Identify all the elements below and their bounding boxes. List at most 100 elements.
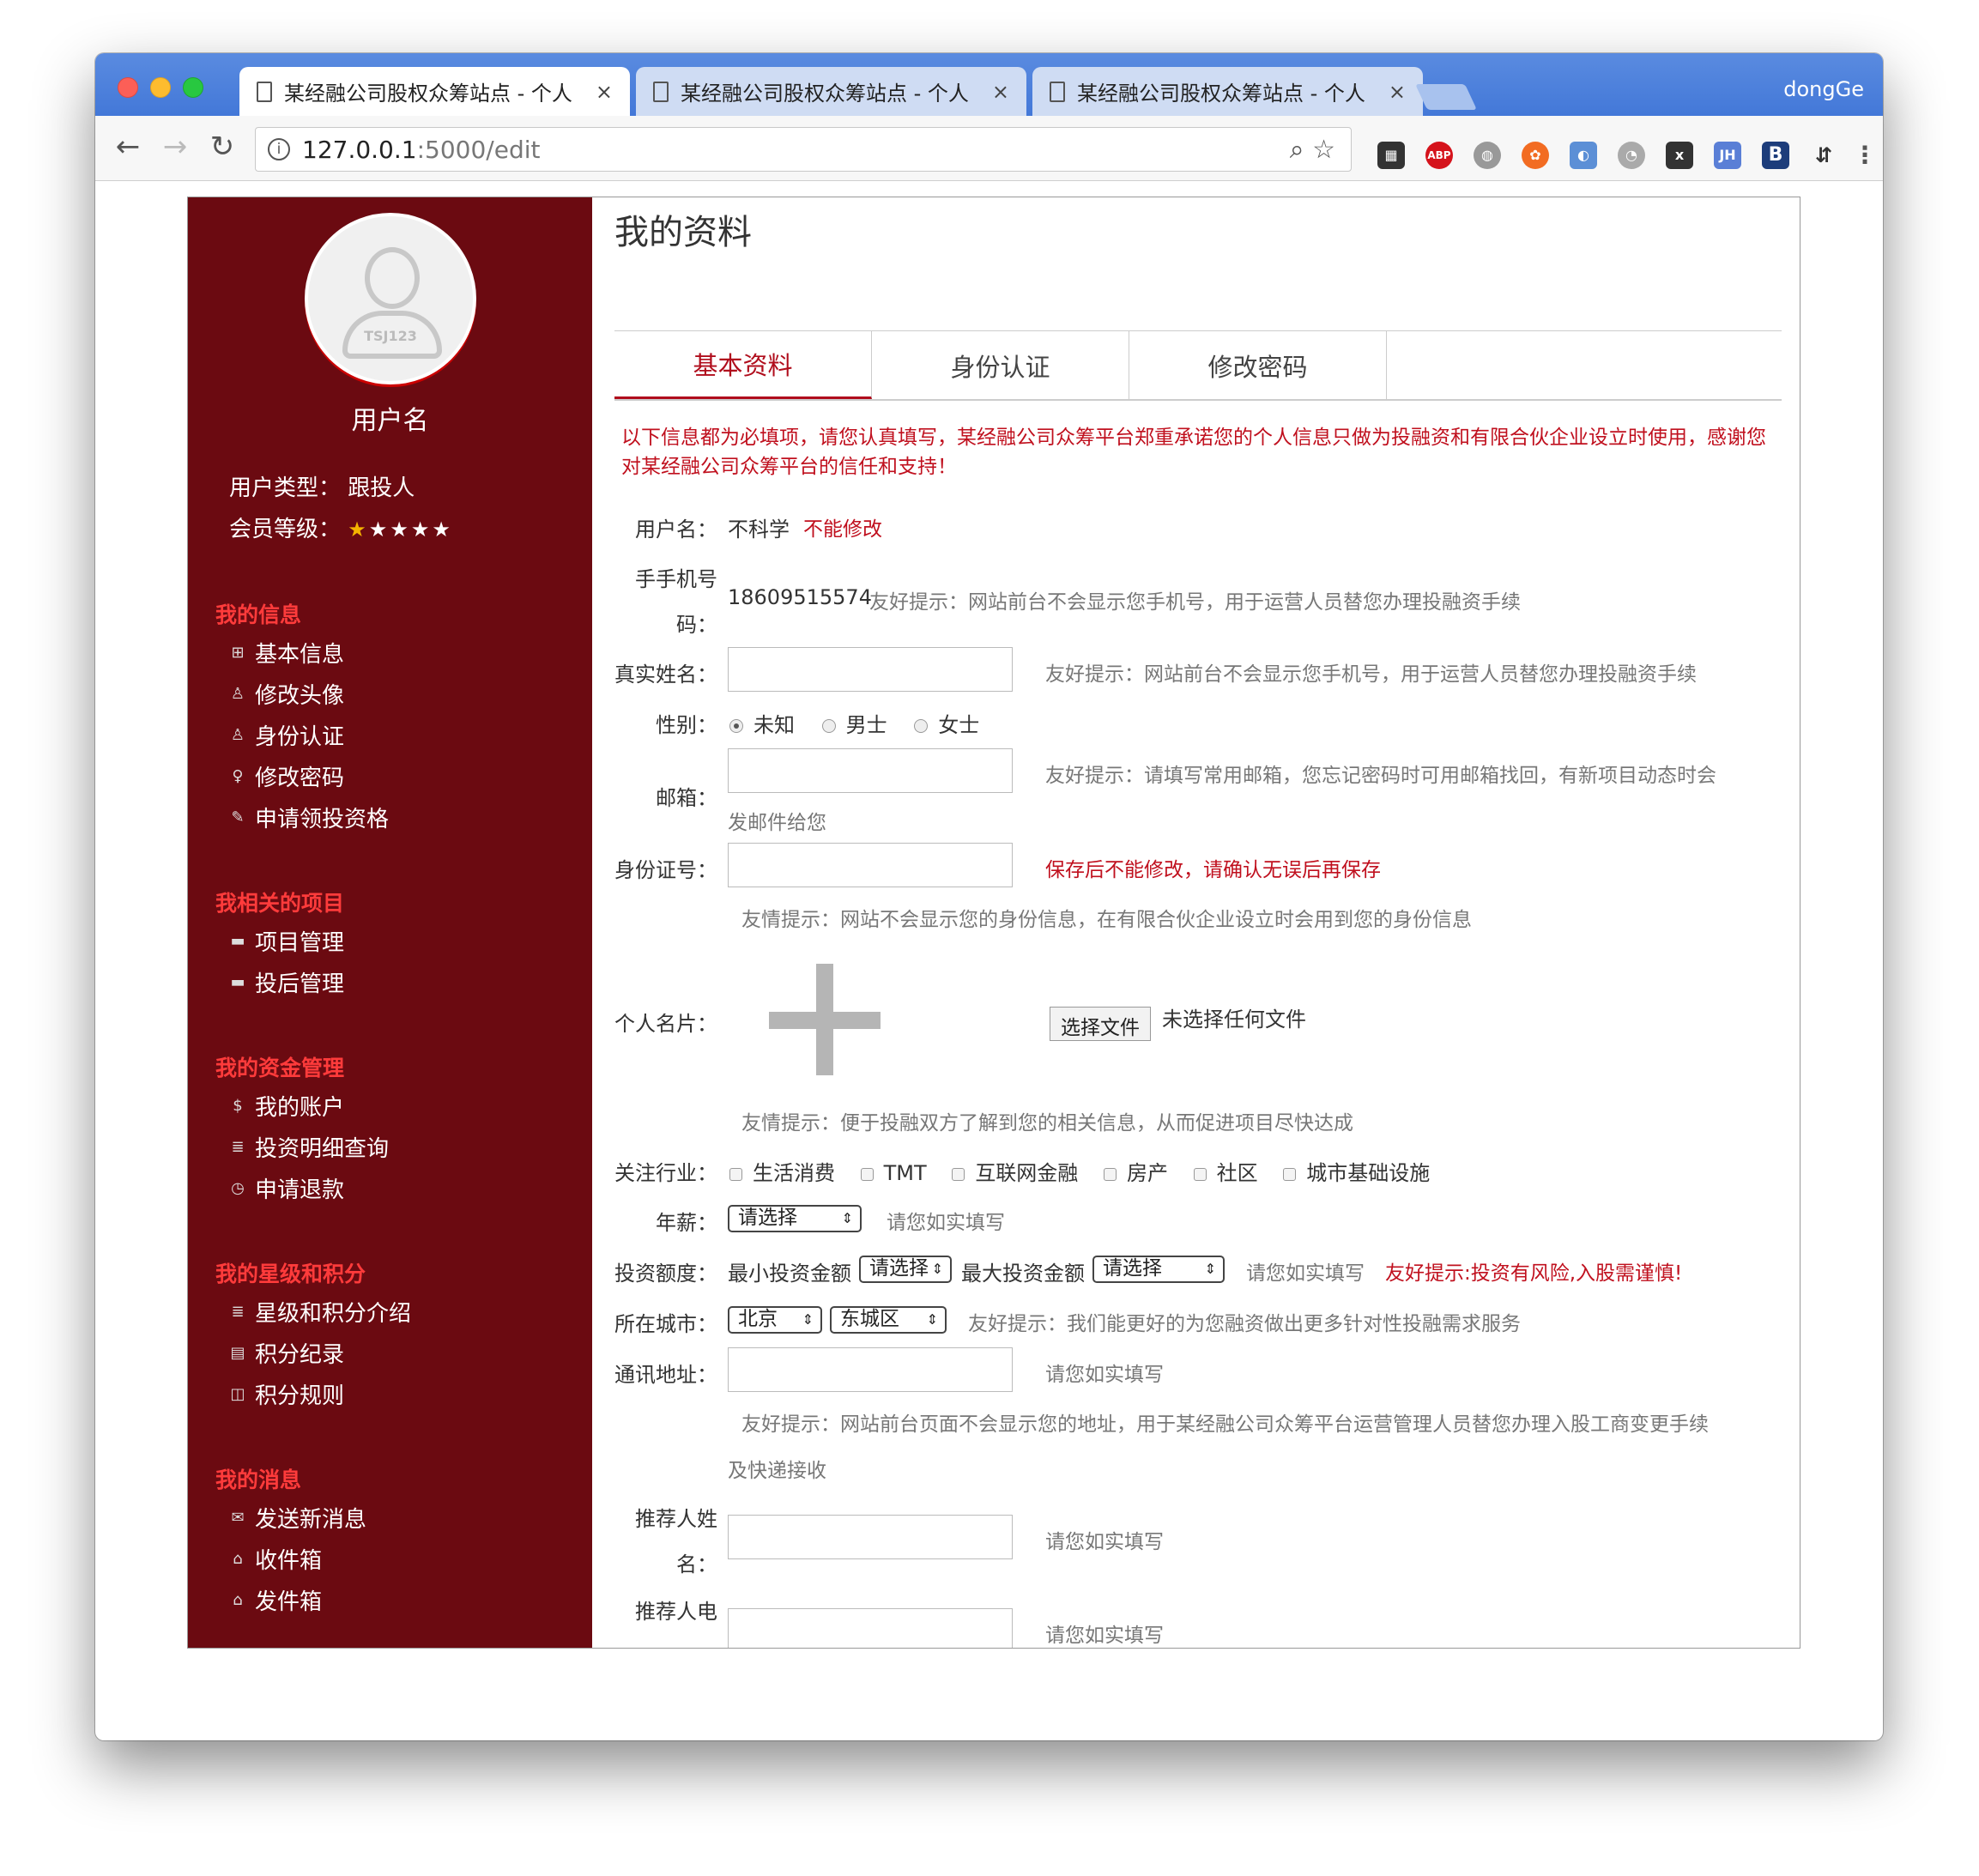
sidebar-item-send-message[interactable]: ✉ 发送新消息 xyxy=(229,1502,366,1534)
star-icon: ★ xyxy=(432,517,453,542)
close-tab-icon[interactable]: × xyxy=(596,80,613,104)
district-select[interactable]: 东城区 ⇕ xyxy=(830,1306,947,1334)
sidebar-item-points-rules[interactable]: ◫ 积分规则 xyxy=(229,1378,344,1410)
industry-option: 生活消费 xyxy=(753,1161,835,1185)
adblock-extension-icon[interactable]: ABP xyxy=(1425,142,1453,169)
sidebar-item-investment-details[interactable]: ≣ 投资明细查询 xyxy=(229,1131,389,1163)
close-tab-icon[interactable]: × xyxy=(1389,80,1406,104)
back-arrow-icon[interactable]: ← xyxy=(111,130,145,164)
qr-extension-icon[interactable]: ▦ xyxy=(1377,142,1405,169)
sidebar-item-inbox[interactable]: ⌂ 收件箱 xyxy=(229,1543,322,1575)
profile-tabs: 基本资料 身份认证 修改密码 xyxy=(614,330,1782,401)
profile-name[interactable]: dongGe xyxy=(1783,77,1864,101)
sidebar-item-refund[interactable]: ◷ 申请退款 xyxy=(229,1172,344,1204)
x-extension-icon[interactable]: x xyxy=(1666,142,1693,169)
industry-checkbox[interactable] xyxy=(860,1167,874,1181)
card-hint: 友情提示：便于投融双方了解到您的相关信息，从而促进项目尽快达成 xyxy=(741,1112,1353,1135)
sidebar-item-post-investment[interactable]: ▬ 投后管理 xyxy=(229,966,344,998)
industry-checkbox[interactable] xyxy=(1103,1167,1117,1181)
globe-extension-icon[interactable]: ◍ xyxy=(1474,142,1501,169)
tab-password[interactable]: 修改密码 xyxy=(1129,331,1387,399)
industry-checkbox[interactable] xyxy=(1193,1167,1207,1181)
record-icon: ▤ xyxy=(230,1343,245,1362)
gender-unknown-radio[interactable] xyxy=(729,719,743,733)
browser-tab-2[interactable]: 某经融公司股权众筹站点 - 个人 × xyxy=(636,67,1026,116)
browser-tab-1[interactable]: 某经融公司股权众筹站点 - 个人 × xyxy=(239,67,630,116)
address-input[interactable] xyxy=(728,1347,1013,1392)
sidebar-item-star-intro[interactable]: ≣ 星级和积分介绍 xyxy=(229,1296,411,1328)
invest-label: 投资额度： xyxy=(614,1262,717,1286)
title-bar: 某经融公司股权众筹站点 - 个人 × 某经融公司股权众筹站点 - 个人 × 某经… xyxy=(95,53,1883,116)
sidebar-item-basic-info[interactable]: ⊞ 基本信息 xyxy=(229,637,344,669)
city-hint: 友好提示：我们能更好的为您融资做出更多针对性投融需求服务 xyxy=(968,1313,1521,1335)
referrer-phone-hint: 请您如实填写 xyxy=(1045,1625,1164,1647)
invest-hint: 请您如实填写 xyxy=(1246,1262,1365,1285)
sidebar-item-label: 申请领投资格 xyxy=(255,807,390,832)
orange-extension-icon[interactable]: ✿ xyxy=(1522,142,1549,169)
minimize-window-button[interactable] xyxy=(150,77,171,98)
close-window-button[interactable] xyxy=(118,77,138,98)
info-icon[interactable]: i xyxy=(268,138,290,160)
email-input[interactable] xyxy=(728,748,1013,793)
phone-label-cont: 码： xyxy=(676,613,717,637)
document-icon xyxy=(257,81,272,102)
address-tip: 友好提示：网站前台页面不会显示您的地址，用于某经融公司众筹平台运营管理人员替您办… xyxy=(741,1413,1709,1436)
sidebar-item-account[interactable]: $ 我的账户 xyxy=(229,1090,344,1122)
city-label: 所在城市： xyxy=(614,1312,717,1336)
salary-select[interactable]: 请选择 ⇕ xyxy=(728,1205,862,1232)
b-extension-icon[interactable]: B xyxy=(1762,142,1789,169)
tab-identity[interactable]: 身份认证 xyxy=(872,331,1129,399)
address-bar[interactable]: i 127.0.0.1:5000/edit ⌕ ☆ xyxy=(255,127,1352,172)
min-invest-label: 最小投资金额 xyxy=(728,1262,851,1286)
new-tab-button[interactable] xyxy=(1415,84,1477,110)
zoom-star-icons[interactable]: ⌕ ☆ xyxy=(1290,135,1335,165)
page-title: 我的资料 xyxy=(614,213,752,252)
url-path: :5000/edit xyxy=(416,135,541,164)
min-invest-select[interactable]: 请选择 ⇕ xyxy=(859,1256,952,1283)
sidebar-item-label: 投资明细查询 xyxy=(255,1136,390,1162)
sidebar-item-label: 发件箱 xyxy=(255,1589,323,1615)
sidebar-item-points-log[interactable]: ▤ 积分纪录 xyxy=(229,1337,344,1369)
user-type-value: 跟投人 xyxy=(348,475,415,501)
sidebar-item-lead-investor[interactable]: ✎ 申请领投资格 xyxy=(229,802,389,833)
forward-arrow-icon[interactable]: → xyxy=(158,130,192,164)
sidebar-item-password[interactable]: ♀ 修改密码 xyxy=(229,760,344,792)
realname-input[interactable] xyxy=(728,647,1013,692)
sidebar-item-identity[interactable]: ♙ 身份认证 xyxy=(229,719,344,751)
choose-file-button[interactable]: 选择文件 xyxy=(1050,1007,1151,1041)
sidebar-username: 用户名 xyxy=(351,406,429,436)
sidebar-item-outbox[interactable]: ⌂ 发件箱 xyxy=(229,1584,322,1616)
sidebar-item-projects[interactable]: ▬ 项目管理 xyxy=(229,925,344,957)
industry-checkbox[interactable] xyxy=(729,1167,742,1181)
address-hint: 请您如实填写 xyxy=(1045,1364,1164,1386)
industry-checkbox[interactable] xyxy=(1283,1167,1297,1181)
industry-label: 关注行业： xyxy=(614,1161,717,1185)
tab-basic-info[interactable]: 基本资料 xyxy=(614,331,872,399)
blue-extension-icon[interactable]: ◐ xyxy=(1570,142,1597,169)
arrows-extension-icon[interactable]: ⇵ xyxy=(1810,142,1837,169)
user-edit-icon: ♙ xyxy=(230,684,245,703)
industry-checkbox[interactable] xyxy=(952,1167,965,1181)
email-label: 邮箱： xyxy=(656,786,717,810)
gender-female-radio[interactable] xyxy=(914,719,929,733)
close-tab-icon[interactable]: × xyxy=(992,80,1009,104)
referrer-phone-input[interactable] xyxy=(728,1608,1013,1648)
min-invest-select-value: 请选择 xyxy=(869,1257,929,1280)
max-invest-select[interactable]: 请选择 ⇕ xyxy=(1092,1256,1225,1283)
list-icon: ≣ xyxy=(231,1302,245,1321)
grey-extension-icon[interactable]: ◔ xyxy=(1618,142,1645,169)
sidebar: TSJ123 用户名 用户类型： 跟投人 会员等级： ★★★★★ 我的信息 ⊞ 基… xyxy=(188,197,592,1648)
gender-male-radio[interactable] xyxy=(821,719,836,733)
reload-icon[interactable]: ↻ xyxy=(205,130,239,164)
avatar[interactable]: TSJ123 xyxy=(305,213,476,384)
referrer-name-input[interactable] xyxy=(728,1515,1013,1559)
email-hint-cont: 发邮件给您 xyxy=(728,812,826,834)
city-select[interactable]: 北京 ⇕ xyxy=(728,1306,822,1334)
menu-icon[interactable]: ⋮ xyxy=(1851,142,1879,169)
browser-tab-3[interactable]: 某经融公司股权众筹站点 - 个人 × xyxy=(1032,67,1423,116)
idcard-input[interactable] xyxy=(728,843,1013,887)
jh-extension-icon[interactable]: JH xyxy=(1714,142,1741,169)
sidebar-item-label: 申请退款 xyxy=(255,1177,345,1203)
maximize-window-button[interactable] xyxy=(183,77,203,98)
sidebar-item-avatar[interactable]: ♙ 修改头像 xyxy=(229,678,344,710)
